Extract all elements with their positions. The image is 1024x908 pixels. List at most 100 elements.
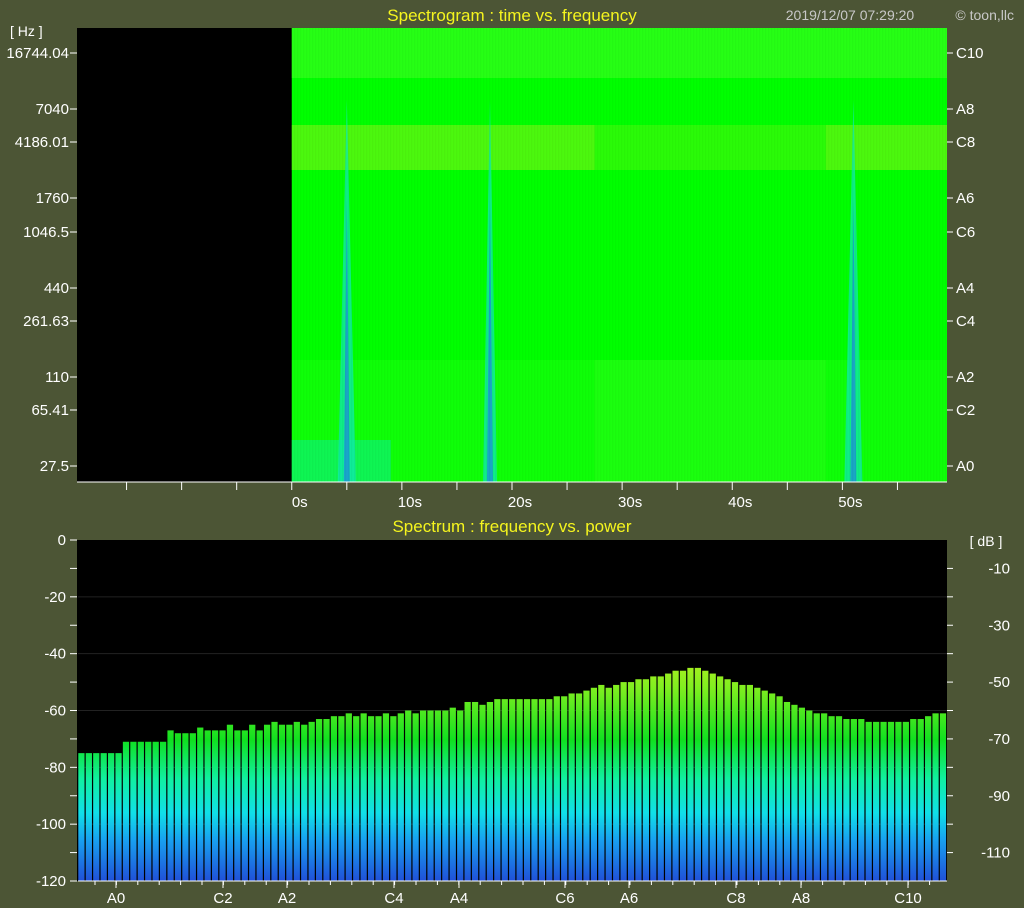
spectrum-bar	[939, 713, 947, 881]
spectrogram-note-label: A2	[956, 369, 974, 386]
spectrum-bar	[902, 721, 909, 881]
spectrum-bar	[315, 719, 323, 881]
spectrum-bar	[457, 710, 464, 881]
spectrum-bar	[694, 667, 701, 881]
spectrum-bar	[598, 684, 605, 881]
spectrum-bar	[850, 719, 857, 881]
spectrum-bar	[78, 753, 85, 881]
spectrogram-y-tick-label: 440	[44, 280, 69, 297]
spectrum-bar	[323, 719, 330, 881]
spectrum-bar	[197, 727, 204, 881]
spectrum-bar	[605, 687, 612, 881]
spectrum-bar	[702, 670, 709, 881]
spectrum-bar	[152, 741, 159, 881]
spectrum-y-axis-label: [ dB ]	[970, 533, 1003, 549]
spectrogram-x-tick-label: 0s	[292, 494, 308, 511]
spectrogram-y-tick-label: 1760	[36, 190, 69, 207]
spectrum-y-tick-label: -20	[44, 589, 66, 606]
spectrum-bar	[657, 676, 664, 881]
spectrum-x-tick-label: A8	[792, 890, 810, 907]
spectrum-analyzer-view: Spectrogram : time vs. frequency 2019/12…	[0, 0, 1024, 908]
spectrogram-note-label: C2	[956, 402, 975, 419]
spectrum-bar	[397, 713, 404, 881]
spectrum-bar	[887, 721, 895, 881]
spectrum-bar	[523, 699, 531, 881]
spectrogram-note-label: A4	[956, 280, 974, 297]
spectrum-bar	[642, 679, 650, 881]
spectrum-bar	[189, 733, 196, 881]
spectrogram-y-tick-label: 4186.01	[15, 134, 69, 151]
timestamp: 2019/12/07 07:29:20	[786, 7, 915, 23]
spectrum-x-tick-label: C8	[726, 890, 745, 907]
spectrum-bar	[583, 690, 590, 881]
spectrum-bar	[531, 699, 538, 881]
spectrum-bar	[828, 716, 835, 881]
high-frequency-band	[594, 125, 826, 170]
spectrum-x-tick-label: C10	[894, 890, 922, 907]
spectrogram-note-label: C10	[956, 45, 984, 62]
spectrum-bar	[880, 721, 887, 881]
spectrum-bar	[538, 699, 546, 881]
spectrogram-heatmap	[291, 28, 947, 482]
spectrogram-note-label: C8	[956, 134, 975, 151]
top-band	[594, 28, 826, 78]
spectrogram-y-tick-label: 261.63	[23, 313, 69, 330]
spectrum-bar	[219, 730, 226, 881]
spectrogram-y-tick-label: 27.5	[40, 458, 69, 475]
spectrum-bar	[241, 730, 248, 881]
spectrum-x-tick-label: C2	[213, 890, 232, 907]
spectrum-bar	[160, 741, 167, 881]
spectrum-y-tick-label-right: -90	[988, 788, 1010, 805]
spectrum-bar	[925, 716, 932, 881]
spectrum-y-tick-label: -100	[36, 816, 66, 833]
spectrogram-note-label: C6	[956, 224, 975, 241]
spectrogram-x-tick-label: 10s	[398, 494, 422, 511]
spectrum-bar	[568, 693, 575, 881]
spectrum-y-tick-label: 0	[58, 532, 66, 549]
spectrum-bar	[516, 699, 523, 881]
spectrum-bar	[442, 710, 449, 881]
spectrum-bar	[783, 701, 791, 881]
spectrum-bar	[182, 733, 189, 881]
spectrum-bar	[613, 684, 620, 881]
spectrum-bar	[754, 687, 761, 881]
spectrum-bar	[338, 716, 345, 881]
spectrum-bar	[108, 753, 115, 881]
spectrum-bar	[85, 753, 92, 881]
spectrum-bar	[635, 679, 642, 881]
spectrum-bar	[353, 716, 360, 881]
spectrum-bar	[739, 684, 746, 881]
spectrogram-y-axis-label: [ Hz ]	[10, 23, 43, 39]
spectrum-panel: Spectrum : frequency vs. power [ dB ] 0 -…	[36, 517, 1010, 907]
spectrum-bar	[360, 713, 367, 881]
spectrum-x-tick-label: C6	[555, 890, 574, 907]
spectrum-bar	[821, 713, 828, 881]
spectrum-x-tick-label: A2	[278, 890, 296, 907]
spectrum-bar	[687, 667, 694, 881]
spectrum-bar	[234, 730, 241, 881]
spectrogram-note-label: A6	[956, 190, 974, 207]
spectrum-bar	[575, 693, 583, 881]
spectrum-bar	[873, 721, 880, 881]
spectrum-bar	[724, 679, 731, 881]
spectrogram-y-tick-label: 1046.5	[23, 224, 69, 241]
spectrum-bar	[427, 710, 434, 881]
spectrum-bar	[293, 721, 300, 881]
spectrum-bar	[791, 704, 798, 881]
spectrum-bar	[390, 716, 397, 881]
spectrum-bar	[115, 753, 122, 881]
spectrogram-title: Spectrogram : time vs. frequency	[387, 6, 637, 25]
spectrum-x-tick-label: A6	[620, 890, 638, 907]
spectrum-bar	[620, 682, 627, 881]
spectrogram-x-tick-label: 50s	[838, 494, 862, 511]
spectrogram-x-tick-label: 30s	[618, 494, 642, 511]
spectrum-bar	[471, 701, 479, 881]
spectrum-bar	[256, 730, 263, 881]
spectrum-bar	[843, 719, 850, 881]
spectrum-bar	[813, 713, 820, 881]
spectrum-bar	[627, 682, 635, 881]
spectrum-bar	[501, 699, 508, 881]
spectrum-bar	[263, 724, 271, 881]
spectrum-y-tick-label-right: -70	[988, 731, 1010, 748]
spectrum-title: Spectrum : frequency vs. power	[392, 517, 631, 536]
